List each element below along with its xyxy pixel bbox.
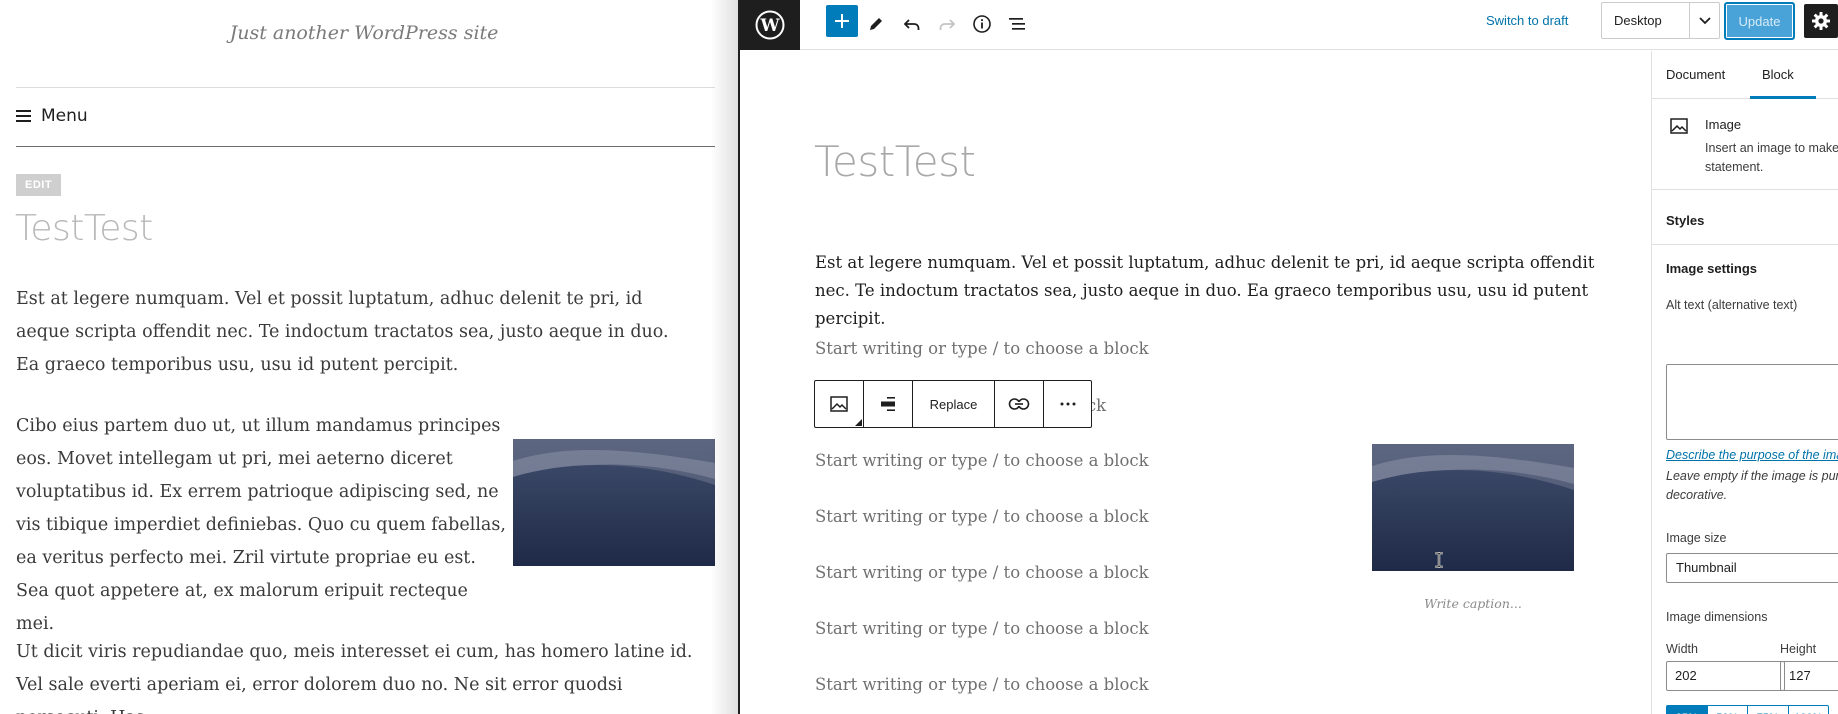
block-card-description: Insert an image to make a visual stateme…	[1705, 141, 1838, 174]
preview-device-dropdown[interactable]: Desktop	[1601, 2, 1720, 39]
replace-button[interactable]: Replace	[913, 381, 995, 427]
panel-divider	[1652, 244, 1838, 245]
image-scale-buttons: 25% 50% 75% 100%	[1666, 705, 1829, 714]
post-title: TestTest	[15, 208, 153, 249]
align-right-icon	[881, 397, 895, 411]
text-cursor-icon	[1435, 552, 1443, 568]
settings-button[interactable]	[1804, 4, 1838, 38]
undo-icon	[903, 19, 920, 30]
styles-panel-toggle[interactable]: Styles	[1666, 213, 1704, 228]
header-divider	[16, 87, 715, 88]
post-paragraph: Est at legere numquam. Vel et possit lup…	[16, 289, 669, 375]
post-paragraph: Cibo eius partem duo ut, ut illum mandam…	[16, 416, 506, 634]
block-type-switcher[interactable]	[815, 381, 864, 427]
site-tagline: Just another WordPress site	[229, 22, 499, 44]
width-input[interactable]: 202	[1666, 661, 1785, 691]
hamburger-icon	[16, 110, 31, 122]
more-options-button[interactable]	[1044, 381, 1091, 427]
redo-button[interactable]	[929, 6, 965, 42]
wordpress-logo-button[interactable]: W	[740, 0, 800, 50]
image-caption-field[interactable]: Write caption...	[1372, 596, 1574, 611]
tab-block[interactable]: Block	[1762, 67, 1794, 82]
update-button[interactable]: Update	[1724, 2, 1795, 40]
alt-text-label: Alt text (alternative text)	[1666, 298, 1798, 312]
scale-75-button[interactable]: 75%	[1748, 706, 1789, 714]
switch-to-draft-button[interactable]: Switch to draft	[1486, 13, 1568, 28]
pencil-icon	[870, 18, 882, 30]
height-label: Height	[1780, 642, 1817, 656]
tab-document[interactable]: Document	[1666, 67, 1725, 82]
chevron-down-icon	[1690, 3, 1719, 38]
block-editor: W Switch to draft Desktop Update TestTes…	[738, 0, 1838, 714]
list-view-icon	[1009, 18, 1025, 30]
empty-paragraph-block[interactable]: Start writing or type / to choose a bloc…	[815, 339, 1149, 358]
paragraph-block[interactable]: Est at legere numquam. Vel et possit lup…	[815, 249, 1605, 333]
empty-paragraph-block[interactable]: Start writing or type / to choose a bloc…	[815, 451, 1149, 470]
empty-paragraph-block[interactable]: Start writing or type / to choose a bloc…	[815, 619, 1149, 638]
empty-paragraph-block[interactable]: Start writing or type / to choose a bloc…	[815, 507, 1149, 526]
editor-top-toolbar: W Switch to draft Desktop Update	[740, 0, 1838, 50]
redo-icon	[939, 19, 956, 30]
insert-link-button[interactable]	[995, 381, 1044, 427]
scale-50-button[interactable]: 50%	[1708, 706, 1748, 714]
image-settings-panel-toggle[interactable]: Image settings	[1666, 261, 1757, 276]
block-card-title: Image	[1705, 117, 1742, 132]
info-icon	[973, 15, 991, 33]
image-block[interactable]	[1372, 444, 1574, 571]
scale-25-button[interactable]: 25%	[1667, 706, 1708, 714]
align-button[interactable]	[864, 381, 913, 427]
svg-text:W: W	[759, 16, 780, 36]
outline-button[interactable]	[999, 6, 1035, 42]
scale-100-button[interactable]: 100%	[1789, 706, 1829, 714]
image-icon	[1670, 118, 1688, 134]
empty-paragraph-block[interactable]: Start writing or type / to choose a bloc…	[815, 563, 1149, 582]
alt-text-help: Leave empty if the image is purely decor…	[1666, 469, 1838, 502]
site-preview: Just another WordPress site Menu EDIT Te…	[0, 0, 738, 714]
tools-button[interactable]	[858, 6, 894, 42]
post-image	[513, 439, 715, 566]
height-input[interactable]: 127	[1780, 661, 1838, 691]
details-button[interactable]	[964, 6, 1000, 42]
post-paragraph: Ut dicit viris repudiandae quo, meis int…	[16, 642, 693, 714]
editor-canvas[interactable]: TestTest Est at legere numquam. Vel et p…	[740, 51, 1650, 714]
settings-sidebar: Document Block Image Insert an image to …	[1651, 51, 1838, 714]
image-size-label: Image size	[1666, 531, 1727, 545]
add-block-button[interactable]	[826, 5, 858, 37]
gear-icon	[1812, 12, 1830, 30]
width-label: Width	[1666, 642, 1698, 656]
window-shadow	[710, 0, 738, 714]
sidebar-tabs: Document Block	[1652, 51, 1838, 99]
image-icon	[830, 396, 848, 412]
preview-device-label: Desktop	[1602, 3, 1690, 38]
menu-divider	[16, 146, 715, 147]
menu-toggle[interactable]: Menu	[16, 106, 88, 126]
block-card: Image Insert an image to make a visual s…	[1652, 99, 1838, 190]
more-horizontal-icon	[1060, 402, 1075, 406]
link-icon	[1008, 398, 1030, 410]
undo-button[interactable]	[894, 6, 930, 42]
block-toolbar: Replace	[814, 380, 1092, 428]
edit-link[interactable]: EDIT	[16, 174, 62, 196]
plus-icon	[835, 14, 849, 28]
menu-label: Menu	[41, 106, 88, 126]
image-dimensions-label: Image dimensions	[1666, 610, 1768, 624]
post-title-field[interactable]: TestTest	[814, 137, 976, 186]
image-size-select[interactable]: Thumbnail	[1666, 553, 1838, 583]
wordpress-icon: W	[755, 10, 785, 40]
alt-text-field[interactable]	[1666, 364, 1838, 440]
empty-paragraph-block[interactable]: Start writing or type / to choose a bloc…	[815, 675, 1149, 694]
describe-purpose-link[interactable]: Describe the purpose of the image	[1666, 448, 1838, 462]
